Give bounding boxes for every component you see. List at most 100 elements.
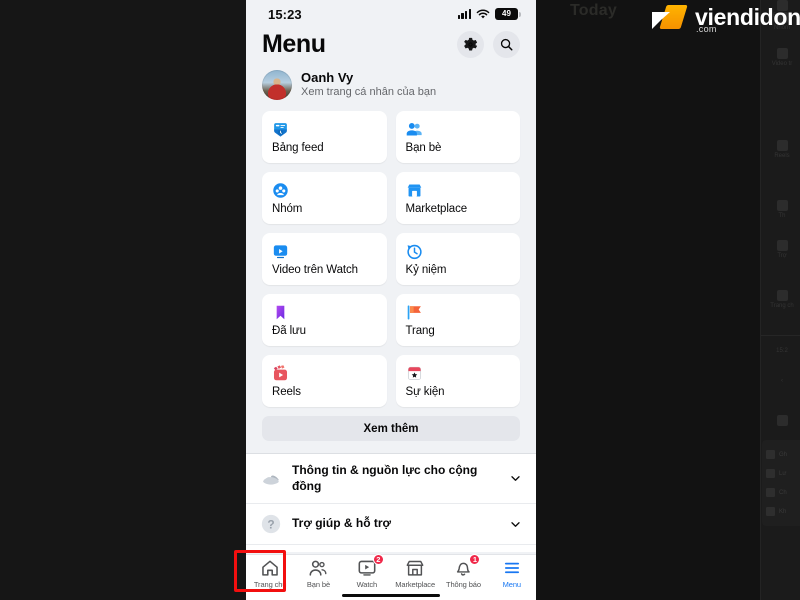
tile-label: Reels [272, 385, 301, 398]
nav-label: Menu [502, 580, 521, 589]
ghost-item: Trang ch [765, 290, 799, 309]
tile-da-luu[interactable]: Đã lưu [262, 294, 387, 346]
page-title: Menu [262, 30, 326, 58]
nav-label: Thông báo [445, 580, 481, 589]
nav-thong-bao[interactable]: 1 Thông báo [439, 554, 487, 589]
ghost-menu-item-lock: Kh [762, 502, 800, 521]
row-partial-cutoff [246, 544, 536, 553]
menu-tile-grid: Bảng feed Bạn bè Nhóm Marketplace Video … [246, 111, 536, 407]
status-indicators: 49 [457, 8, 521, 20]
collapsible-sections: Thông tin & nguồn lực cho cộng đồng ? Tr… [246, 453, 536, 553]
watch-video-icon [273, 245, 288, 259]
news-feed-icon [274, 123, 287, 137]
see-more-wrap: Xem thêm [246, 407, 536, 441]
nav-icon-wrap [405, 559, 425, 577]
search-icon [500, 38, 513, 51]
hamburger-icon [504, 562, 519, 574]
row-help-support[interactable]: ? Trợ giúp & hỗ trợ [246, 503, 536, 544]
ghost-menu-item-save: Lư [762, 464, 800, 483]
friends-icon [310, 560, 327, 576]
pages-flag-icon [407, 305, 421, 320]
ghost-divider [761, 335, 800, 336]
ghost-item: Trợ [765, 240, 799, 259]
badge-watch: 2 [372, 554, 384, 565]
tile-ban-be[interactable]: Bạn bè [395, 111, 520, 163]
svg-text:?: ? [267, 518, 274, 532]
tile-label: Bạn bè [405, 141, 442, 154]
tile-label: Đã lưu [272, 324, 306, 337]
gear-icon [464, 37, 478, 51]
tile-trang[interactable]: Trang [395, 294, 520, 346]
nav-label: Marketplace [395, 580, 436, 589]
avatar[interactable] [262, 70, 292, 100]
question-mark-icon: ? [260, 513, 282, 535]
ghost-timestamp: 15:2 [776, 348, 788, 354]
backdrop-left-fill [0, 0, 246, 600]
events-icon [407, 366, 421, 381]
badge-thong-bao: 1 [469, 554, 481, 565]
home-indicator [342, 594, 440, 597]
tile-reels[interactable]: Reels [262, 355, 387, 407]
watermark-tld: .com [696, 23, 717, 34]
ghost-item: Reels [765, 140, 799, 159]
tile-su-kien[interactable]: Sự kiện [395, 355, 520, 407]
profile-row[interactable]: Oanh Vy Xem trang cá nhân của bạn [246, 67, 536, 111]
row-community-info[interactable]: Thông tin & nguồn lực cho cộng đồng [246, 453, 536, 503]
tile-ky-niem[interactable]: Kỷ niệm [395, 233, 520, 285]
friends-icon [406, 123, 422, 136]
header-actions [457, 31, 520, 58]
tile-video-tren-watch[interactable]: Video trên Watch [262, 233, 387, 285]
chevron-down-icon[interactable] [509, 518, 522, 531]
signal-icon [457, 9, 471, 19]
settings-button[interactable] [457, 31, 484, 58]
nav-ban-be[interactable]: Bạn bè [294, 559, 342, 589]
tile-nhom[interactable]: Nhóm [262, 172, 387, 224]
reels-icon [273, 365, 288, 381]
tile-bang-feed[interactable]: Bảng feed [262, 111, 387, 163]
tile-marketplace[interactable]: Marketplace [395, 172, 520, 224]
row-label: Thông tin & nguồn lực cho cộng đồng [292, 463, 478, 493]
tile-label: Sự kiện [405, 385, 445, 398]
ghost-menu-item-pin: Gh [762, 445, 800, 464]
watermark-logo: viendidong .com [652, 4, 800, 34]
hands-heart-icon [260, 468, 282, 490]
battery-icon: 49 [495, 8, 521, 20]
row-label: Trợ giúp & hỗ trợ [292, 516, 392, 531]
ghost-item: Th [765, 200, 799, 219]
tile-label: Nhóm [272, 202, 303, 215]
ghost-back-icon: ‹ [781, 378, 783, 384]
nav-icon-wrap: 1 [453, 554, 481, 577]
viendidong-mark-icon [652, 4, 688, 30]
profile-text: Oanh Vy Xem trang cá nhân của bạn [301, 70, 436, 100]
chevron-down-icon[interactable] [509, 472, 522, 485]
groups-icon [273, 183, 288, 198]
battery-level: 49 [502, 9, 511, 18]
nav-icon-wrap [308, 559, 328, 577]
tile-label: Marketplace [405, 202, 468, 215]
ghost-context-menu: Gh Lư Ch Kh [762, 440, 800, 526]
memories-icon [406, 244, 422, 260]
search-button[interactable] [493, 31, 520, 58]
status-time: 15:23 [268, 6, 302, 22]
profile-name: Oanh Vy [301, 70, 354, 85]
nav-label: Bạn bè [306, 580, 331, 589]
nav-label: Watch [356, 580, 378, 589]
tile-label: Kỷ niệm [405, 263, 447, 276]
ghost-menu-item-edit: Ch [762, 483, 800, 502]
marketplace-icon [406, 560, 424, 576]
nav-icon-wrap [502, 559, 522, 577]
tile-label: Video trên Watch [272, 263, 358, 276]
nav-watch[interactable]: 2 Watch [343, 554, 391, 589]
nav-marketplace[interactable]: Marketplace [391, 559, 439, 589]
profile-subtitle: Xem trang cá nhân của bạn [301, 86, 437, 99]
menu-highlight-annotation [234, 550, 286, 592]
ghost-item [765, 415, 799, 428]
ghost-item: Video tr [765, 48, 799, 67]
nav-menu[interactable]: Menu [488, 559, 536, 589]
tile-label: Trang [405, 324, 435, 337]
nav-icon-wrap: 2 [357, 554, 384, 577]
menu-header: Menu [246, 28, 536, 67]
marketplace-icon [407, 184, 421, 197]
saved-icon [276, 305, 285, 320]
see-more-button[interactable]: Xem thêm [262, 416, 520, 441]
